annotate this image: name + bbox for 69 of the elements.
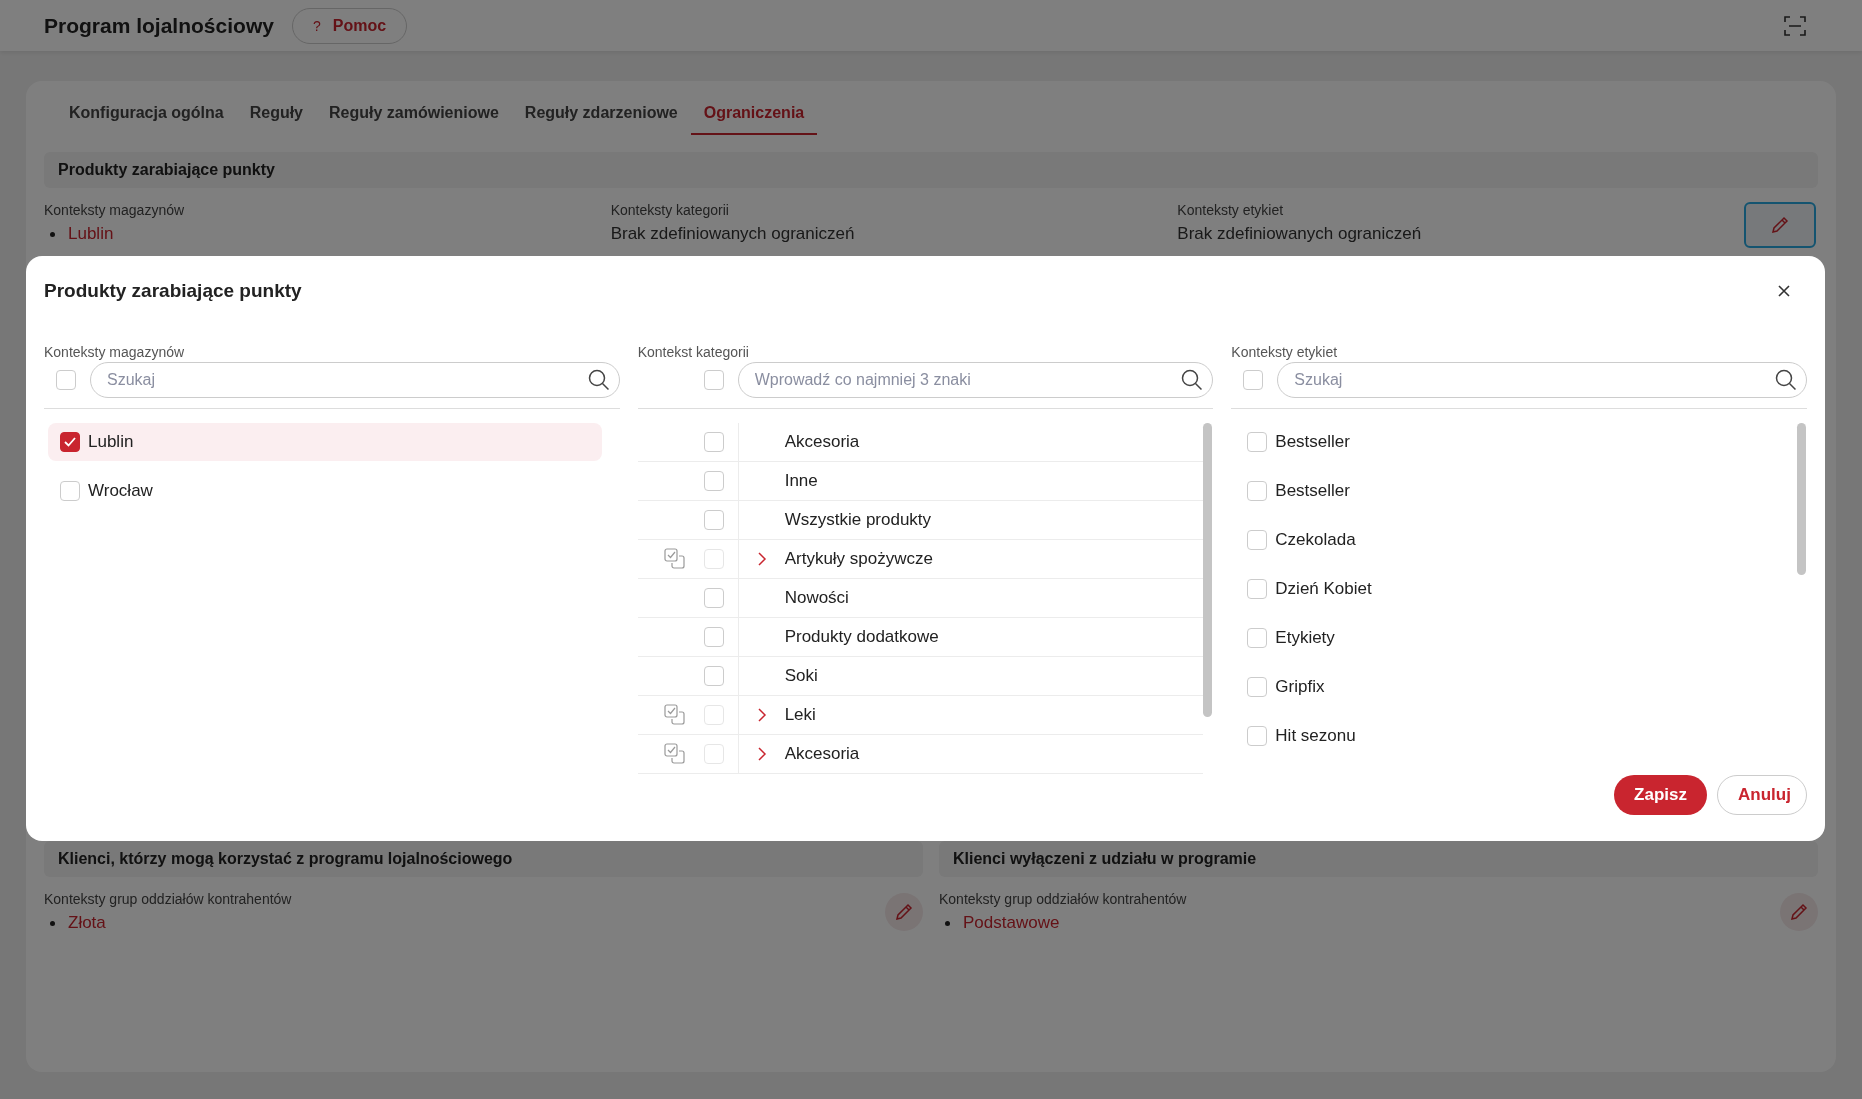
tab[interactable]: Reguły	[236, 93, 316, 135]
close-icon[interactable]	[1777, 284, 1791, 298]
page-title: Program lojalnościowy	[44, 13, 274, 38]
list-item[interactable]: Bestseller	[1235, 423, 1789, 461]
edit-button[interactable]	[885, 893, 923, 931]
section-header: Produkty zarabiające punkty	[44, 152, 1818, 188]
pencil-icon	[1789, 902, 1809, 922]
bullet-icon	[50, 920, 55, 926]
cancel-button[interactable]: Anuluj	[1717, 775, 1807, 815]
column-label: Kontekst kategorii	[637, 344, 750, 360]
save-button[interactable]: Zapisz	[1614, 775, 1707, 815]
column-label: Konteksty etykiet	[1231, 344, 1339, 360]
checkmark-icon	[63, 435, 77, 449]
search-field[interactable]: Szukaj	[1277, 362, 1807, 398]
select-all-checkbox[interactable]	[703, 370, 724, 390]
tree-item[interactable]: Soki	[784, 666, 818, 686]
search-icon[interactable]	[587, 369, 610, 391]
field-label: Konteksty grup oddziałów kontrahentów	[939, 891, 1187, 907]
select-children-icon[interactable]	[663, 548, 686, 570]
bullet-icon	[945, 920, 950, 926]
tab[interactable]: Reguły zdarzeniowe	[511, 93, 691, 135]
empty-text: Brak zdefiniowanych ograniczeń	[1177, 224, 1423, 244]
tree-item[interactable]: Nowości	[784, 588, 849, 608]
tab[interactable]: Konfiguracja ogólna	[56, 93, 237, 135]
column-label: Konteksty magazynów	[44, 344, 186, 360]
tree-item[interactable]: Akcesoria	[784, 432, 860, 452]
tree-item[interactable]: Artykuły spożywcze	[784, 549, 933, 569]
field-label: Konteksty etykiet	[1177, 202, 1285, 218]
select-children-icon[interactable]	[663, 704, 686, 726]
scrollbar-thumb[interactable]	[1797, 423, 1806, 575]
tree-item[interactable]: Inne	[784, 471, 818, 491]
list-item[interactable]: Dzień Kobiet	[1235, 570, 1789, 608]
field-label: Konteksty magazynów	[44, 202, 186, 218]
search-field[interactable]: Szukaj	[90, 362, 620, 398]
list-item[interactable]: Lublin	[48, 423, 602, 461]
list-item[interactable]: Wrocław	[48, 472, 602, 510]
chevron-icon[interactable]	[756, 551, 767, 567]
scrollbar-thumb[interactable]	[1203, 423, 1213, 717]
edit-button[interactable]	[1780, 893, 1818, 931]
list-item[interactable]: Czekolada	[1235, 521, 1789, 559]
search-icon[interactable]	[1181, 369, 1204, 391]
checkbox[interactable]	[60, 432, 80, 452]
list-item[interactable]: Bestseller	[1235, 472, 1789, 510]
fullscreen-icon[interactable]	[1784, 15, 1806, 36]
search-field[interactable]: Wprowadź co najmniej 3 znaki	[737, 362, 1214, 398]
pencil-icon	[894, 902, 914, 922]
modal-title: Produkty zarabiające punkty	[44, 280, 302, 302]
tree-item[interactable]: Akcesoria	[784, 744, 860, 764]
edit-button[interactable]	[1744, 202, 1816, 248]
empty-text: Brak zdefiniowanych ograniczeń	[610, 224, 856, 244]
chevron-icon[interactable]	[756, 746, 767, 762]
section-header: Klienci, którzy mogą korzystać z programu lojalnościowego	[44, 841, 923, 877]
select-all-checkbox[interactable]	[56, 370, 76, 390]
tree-item[interactable]: Leki	[784, 705, 816, 725]
list-item[interactable]: Etykiety	[1235, 619, 1789, 657]
pencil-icon	[1770, 215, 1790, 235]
section-header: Klienci wyłączeni z udziału w programie	[939, 841, 1818, 877]
list-item[interactable]: Gripfix	[1235, 668, 1789, 706]
field-label: Konteksty kategorii	[610, 202, 730, 218]
list-item[interactable]: Hit sezonu	[1235, 717, 1789, 755]
select-children-icon[interactable]	[663, 743, 686, 765]
search-icon[interactable]	[1775, 369, 1797, 391]
field-label: Konteksty grup oddziałów kontrahentów	[44, 891, 292, 907]
select-all-checkbox[interactable]	[1243, 370, 1264, 390]
bullet-icon	[50, 231, 55, 237]
tree-item[interactable]: Produkty dodatkowe	[784, 627, 939, 647]
tree-item[interactable]: Wszystkie produkty	[784, 510, 932, 530]
chevron-icon[interactable]	[756, 707, 767, 723]
tab[interactable]: Reguły zamówieniowe	[316, 93, 512, 135]
